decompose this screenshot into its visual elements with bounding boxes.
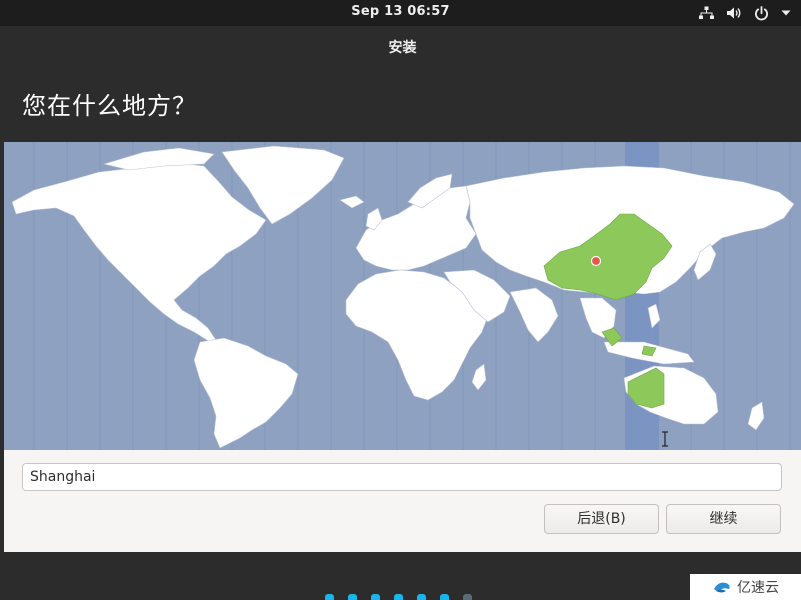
watermark-logo-icon — [714, 582, 730, 593]
installer-window: 安装 您在什么地方？ Shanghai 后退(B) 继续 — [4, 26, 801, 552]
continue-button[interactable]: 继续 — [666, 504, 781, 534]
text-cursor-icon — [662, 431, 668, 447]
window-header-bar[interactable]: 安装 — [4, 26, 801, 68]
back-button[interactable]: 后退(B) — [544, 504, 659, 534]
land-masses — [11, 145, 795, 449]
progress-dot — [394, 594, 403, 600]
progress-dot — [417, 594, 426, 600]
progress-dot — [463, 594, 472, 600]
chevron-down-icon[interactable] — [781, 9, 791, 17]
system-tray[interactable] — [699, 4, 791, 22]
window-title: 安装 — [388, 40, 417, 56]
network-icon[interactable] — [699, 6, 714, 20]
top-bar: Sep 13 06:57 — [0, 0, 801, 26]
location-input[interactable] — [22, 463, 782, 491]
watermark-text: 亿速云 — [737, 580, 779, 596]
question-band: 您在什么地方？ — [4, 68, 801, 142]
clock[interactable]: Sep 13 06:57 — [0, 4, 801, 19]
install-progress — [325, 594, 472, 600]
location-pin-icon[interactable] — [590, 255, 602, 267]
progress-dot — [371, 594, 380, 600]
progress-dot — [325, 594, 334, 600]
world-map[interactable] — [4, 142, 801, 450]
volume-icon[interactable] — [726, 6, 742, 20]
progress-dot — [348, 594, 357, 600]
page-title: 您在什么地方？ — [22, 92, 197, 120]
power-icon[interactable] — [754, 5, 769, 21]
progress-dot — [440, 594, 449, 600]
timezone-map[interactable] — [4, 142, 801, 450]
watermark: 亿速云 — [690, 574, 801, 600]
